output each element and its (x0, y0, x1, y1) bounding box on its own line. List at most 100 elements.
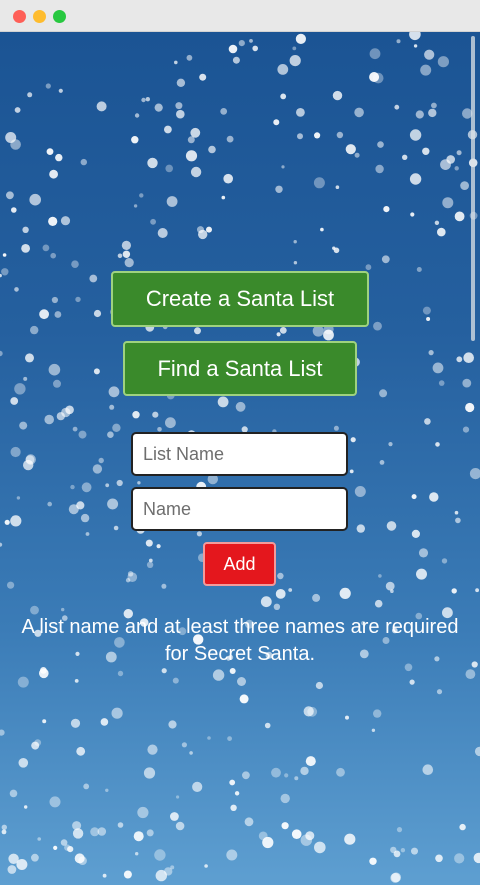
snowflake (232, 56, 240, 64)
snowflake (10, 515, 22, 527)
snowflake (429, 492, 439, 502)
snowflake (297, 133, 303, 140)
snowflake (147, 157, 158, 169)
snowflake (131, 136, 139, 144)
snowflake (229, 779, 236, 786)
snowflake (418, 548, 429, 558)
snowflake (60, 839, 68, 846)
snowflake (0, 273, 2, 278)
snowflake (81, 482, 92, 493)
snowflake (93, 368, 100, 375)
snowflake (175, 821, 185, 831)
snowflake (0, 350, 3, 357)
snowflake (323, 329, 334, 341)
snowflake (55, 153, 63, 162)
create-santa-list-button[interactable]: Create a Santa List (111, 271, 369, 327)
snowflake (70, 484, 75, 490)
snowflake (146, 561, 154, 568)
snowflake (208, 145, 216, 154)
add-name-button[interactable]: Add (203, 542, 276, 586)
snowflake (27, 92, 33, 98)
snowflake (438, 380, 445, 386)
snowflake (9, 789, 18, 798)
snowflake (4, 519, 10, 525)
snowflake (252, 45, 258, 52)
snowflake (235, 401, 246, 412)
snowflake (122, 250, 131, 258)
snowflake (67, 846, 74, 853)
snowflake (80, 158, 88, 166)
snowflake (369, 72, 380, 82)
snowflake (238, 40, 245, 47)
snowflake (133, 831, 144, 842)
snowflake (354, 486, 366, 497)
snowflake (192, 781, 203, 793)
snowflake (335, 185, 340, 189)
snowflake (379, 389, 388, 398)
snowflake (161, 583, 167, 589)
snowflake (416, 568, 427, 580)
snowflake (422, 764, 434, 775)
snowflake (113, 525, 119, 531)
snowflake (349, 469, 354, 474)
snowflake (133, 204, 138, 208)
snowflake (49, 796, 61, 808)
snowflake (111, 707, 123, 719)
snowflake (30, 325, 39, 335)
list-name-input[interactable] (131, 432, 348, 476)
snowflake (300, 766, 309, 776)
snowflake (2, 253, 7, 257)
snowflake (132, 411, 140, 419)
snowflake (18, 758, 29, 768)
name-input[interactable] (131, 487, 348, 531)
snowflake (1, 268, 9, 276)
snowflake (312, 325, 324, 337)
snowflake (378, 574, 382, 578)
snowflake (446, 155, 456, 164)
snowflake (44, 414, 54, 425)
app-window: Create a Santa List Find a Santa List Ad… (0, 0, 480, 885)
snowflake (228, 44, 238, 54)
snowflake (51, 296, 59, 304)
snowflake (394, 104, 400, 110)
snowflake (223, 173, 233, 184)
snowflake (65, 405, 74, 415)
snowflake (390, 589, 394, 593)
snowflake (45, 83, 51, 89)
snowflake (428, 350, 434, 356)
snowflake (25, 353, 34, 363)
snowflake (416, 267, 422, 272)
vertical-scrollbar[interactable] (471, 36, 475, 341)
snowflake (61, 607, 65, 612)
close-window-button[interactable] (13, 10, 26, 23)
snowflake (375, 164, 384, 174)
minimize-window-button[interactable] (33, 10, 46, 23)
snowflake (22, 226, 29, 233)
snowflake (16, 496, 21, 500)
find-santa-list-button[interactable]: Find a Santa List (123, 341, 357, 396)
zoom-window-button[interactable] (53, 10, 66, 23)
snowflake (190, 166, 202, 178)
snowflake (424, 418, 431, 425)
snowflake (54, 311, 62, 318)
snowflake (135, 852, 139, 856)
snowflake (305, 756, 316, 767)
snowflake (336, 767, 345, 777)
snowflake (454, 211, 465, 222)
snowflake (442, 197, 454, 209)
snowflake (435, 442, 440, 447)
snowflake (463, 352, 475, 364)
snowflake (456, 356, 463, 363)
snowflake (196, 531, 202, 537)
snowflake (148, 558, 153, 563)
snowflake (189, 751, 193, 755)
snowflake (314, 132, 321, 139)
snowflake (14, 287, 19, 292)
snowflake (303, 706, 314, 717)
snowflake (109, 404, 115, 410)
snowflake (454, 853, 465, 864)
snowflake (373, 709, 382, 718)
snowflake (454, 510, 459, 515)
snowflake (145, 97, 150, 102)
snowflake (273, 603, 281, 610)
